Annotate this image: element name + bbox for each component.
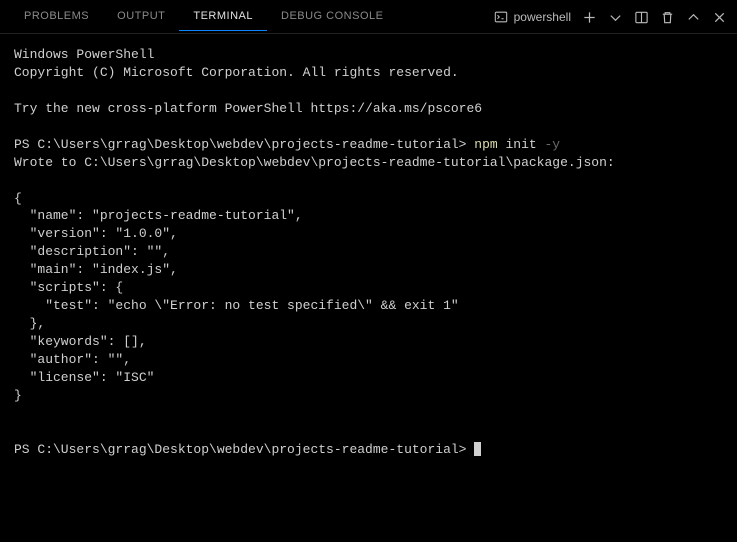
panel-tabs: PROBLEMS OUTPUT TERMINAL DEBUG CONSOLE: [10, 2, 397, 31]
terminal-line: "scripts": {: [14, 280, 123, 295]
panel-tab-bar: PROBLEMS OUTPUT TERMINAL DEBUG CONSOLE p…: [0, 0, 737, 34]
terminal-line: "author": "",: [14, 352, 131, 367]
shell-selector[interactable]: powershell: [494, 10, 571, 24]
prompt-text: PS C:\Users\grrag\Desktop\webdev\project…: [14, 137, 474, 152]
command-arg: init: [498, 137, 545, 152]
kill-terminal-button[interactable]: [659, 9, 675, 25]
split-dropdown-button[interactable]: [607, 9, 623, 25]
terminal-line: Windows PowerShell: [14, 47, 154, 62]
terminal-line: }: [14, 388, 22, 403]
split-terminal-button[interactable]: [633, 9, 649, 25]
terminal-line: {: [14, 191, 22, 206]
tab-problems[interactable]: PROBLEMS: [10, 2, 103, 31]
command-flag: -y: [545, 137, 561, 152]
terminal-line: "version": "1.0.0",: [14, 226, 178, 241]
terminal-line: Wrote to C:\Users\grrag\Desktop\webdev\p…: [14, 155, 615, 170]
terminal-line: "license": "ISC": [14, 370, 154, 385]
terminal-line: Copyright (C) Microsoft Corporation. All…: [14, 65, 459, 80]
command-token: npm: [474, 137, 497, 152]
terminal-icon: [494, 10, 508, 24]
prompt-text: PS C:\Users\grrag\Desktop\webdev\project…: [14, 442, 474, 457]
terminal-line: "description": "",: [14, 244, 170, 259]
terminal-cursor: [474, 442, 481, 456]
terminal-line: "name": "projects-readme-tutorial",: [14, 208, 303, 223]
new-terminal-button[interactable]: [581, 9, 597, 25]
tab-terminal[interactable]: TERMINAL: [179, 2, 267, 31]
terminal-line: "keywords": [],: [14, 334, 147, 349]
tab-debug-console[interactable]: DEBUG CONSOLE: [267, 2, 397, 31]
terminal-output[interactable]: Windows PowerShell Copyright (C) Microso…: [0, 34, 737, 471]
terminal-line: "main": "index.js",: [14, 262, 178, 277]
tab-output[interactable]: OUTPUT: [103, 2, 179, 31]
terminal-toolbar: powershell: [494, 0, 727, 34]
shell-name-label: powershell: [514, 10, 571, 24]
terminal-line: "test": "echo \"Error: no test specified…: [14, 298, 459, 313]
terminal-line: Try the new cross-platform PowerShell ht…: [14, 101, 482, 116]
maximize-panel-button[interactable]: [685, 9, 701, 25]
terminal-line: },: [14, 316, 45, 331]
close-panel-button[interactable]: [711, 9, 727, 25]
